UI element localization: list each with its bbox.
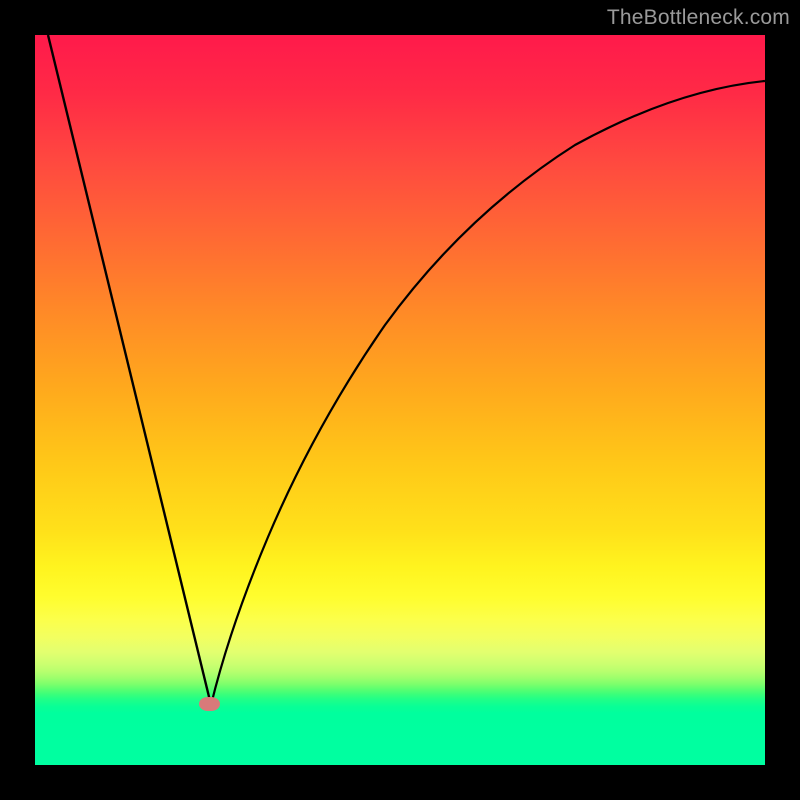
bottleneck-curve-right (211, 81, 765, 705)
plot-area (35, 35, 765, 765)
chart-frame: TheBottleneck.com (0, 0, 800, 800)
curve-layer (35, 35, 765, 765)
optimum-marker (202, 697, 220, 711)
bottleneck-curve-left (48, 35, 211, 705)
watermark-text: TheBottleneck.com (607, 6, 790, 30)
